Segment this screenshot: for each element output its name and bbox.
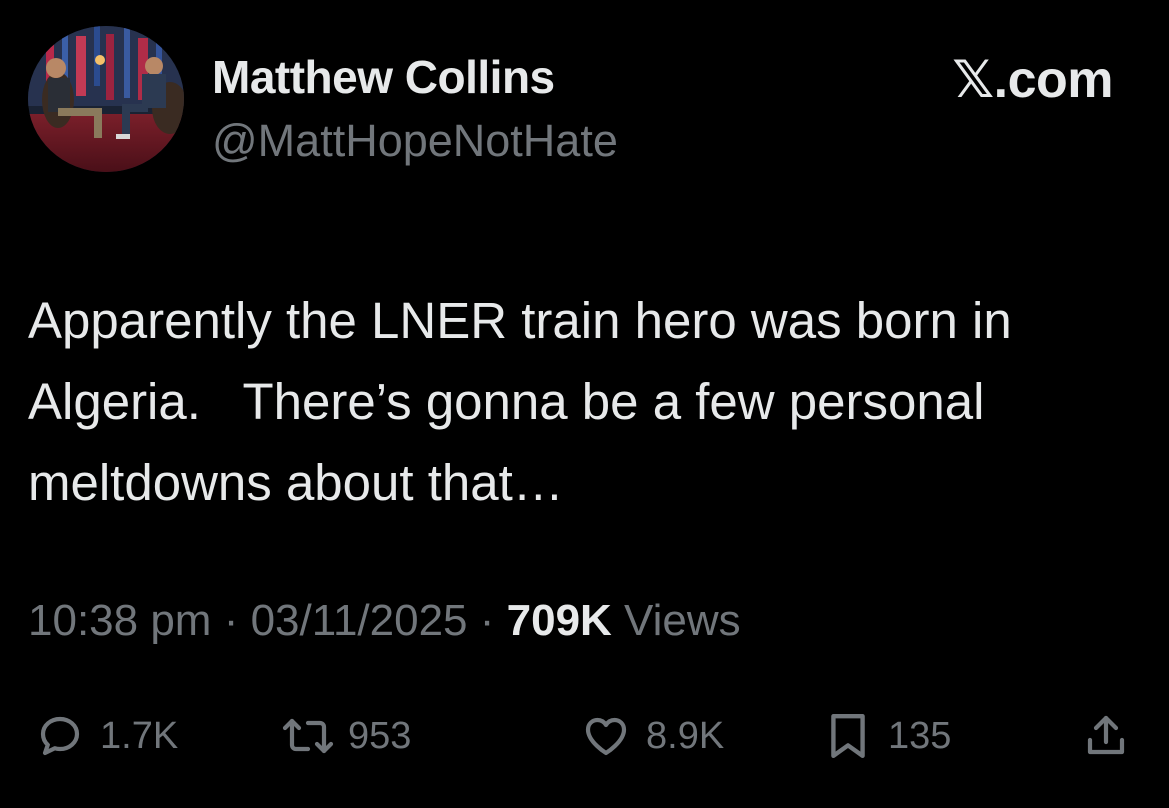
meta-separator: · bbox=[467, 596, 507, 645]
share-button[interactable] bbox=[1080, 700, 1132, 772]
bookmark-count: 135 bbox=[888, 714, 952, 757]
tweet-text: Apparently the LNER train hero was born … bbox=[28, 292, 1024, 511]
tweet-time[interactable]: 10:38 pm bbox=[28, 596, 211, 645]
reply-icon bbox=[34, 710, 86, 762]
reply-count: 1.7K bbox=[100, 714, 179, 757]
x-brand-logo: 𝕏.com bbox=[952, 51, 1113, 109]
meta-separator: · bbox=[211, 596, 251, 645]
author-handle[interactable]: @MattHopeNotHate bbox=[212, 115, 618, 167]
bookmark-icon bbox=[822, 710, 874, 762]
repost-icon bbox=[282, 710, 334, 762]
views-count[interactable]: 709K bbox=[507, 596, 612, 645]
tweet-meta: 10:38 pm · 03/11/2025 · 709K Views bbox=[28, 596, 741, 646]
tweet-date[interactable]: 03/11/2025 bbox=[251, 596, 468, 645]
views-label: Views bbox=[611, 596, 741, 645]
reply-button[interactable]: 1.7K bbox=[34, 700, 178, 772]
heart-icon bbox=[580, 710, 632, 762]
action-bar: 1.7K 953 8.9K 135 bbox=[0, 700, 1169, 772]
avatar-photo bbox=[28, 26, 184, 172]
repost-button[interactable]: 953 bbox=[282, 700, 411, 772]
author-display-name[interactable]: Matthew Collins bbox=[212, 50, 555, 104]
like-count: 8.9K bbox=[646, 714, 725, 757]
share-icon bbox=[1080, 710, 1132, 762]
avatar[interactable] bbox=[28, 26, 184, 172]
bookmark-button[interactable]: 135 bbox=[822, 700, 951, 772]
like-button[interactable]: 8.9K bbox=[580, 700, 724, 772]
repost-count: 953 bbox=[348, 714, 412, 757]
